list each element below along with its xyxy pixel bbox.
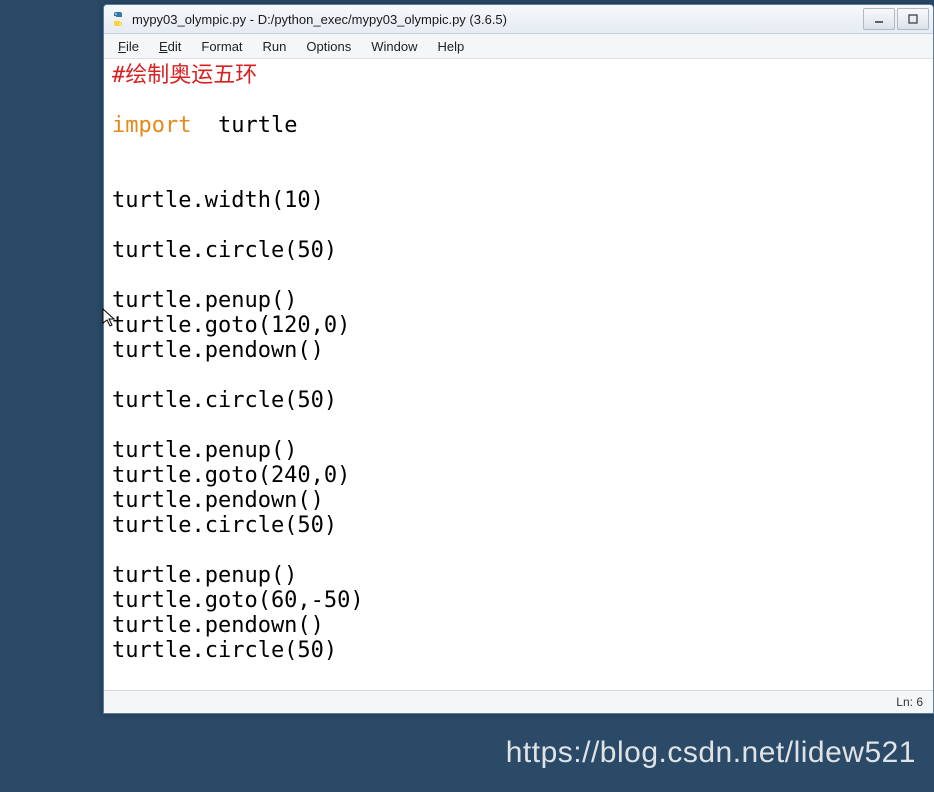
idle-window: mypy03_olympic.py - D:/python_exec/mypy0…	[103, 4, 934, 714]
code-line: turtle.goto(120,0)	[112, 313, 350, 338]
titlebar: mypy03_olympic.py - D:/python_exec/mypy0…	[104, 5, 933, 34]
menu-format-label: Format	[201, 39, 242, 54]
menu-edit-label: dit	[168, 39, 182, 54]
code-line: turtle.circle(50)	[112, 513, 337, 538]
window-title: mypy03_olympic.py - D:/python_exec/mypy0…	[132, 12, 861, 27]
code-editor[interactable]: #绘制奥运五环 import turtle turtle.width(10) t…	[104, 59, 933, 690]
code-line: turtle.penup()	[112, 438, 297, 463]
menu-file-label: ile	[126, 39, 139, 54]
code-keyword-import: import	[112, 113, 191, 138]
statusbar: Ln: 6	[104, 690, 933, 713]
code-line: turtle.penup()	[112, 563, 297, 588]
menu-edit[interactable]: Edit	[149, 37, 191, 56]
code-comment: #绘制奥运五环	[112, 63, 257, 88]
code-line: turtle.goto(240,0)	[112, 463, 350, 488]
code-line: turtle.circle(50)	[112, 388, 337, 413]
code-line: turtle.pendown()	[112, 338, 324, 363]
menu-run[interactable]: Run	[253, 37, 297, 56]
code-line: turtle	[191, 113, 297, 138]
menu-run-label: Run	[263, 39, 287, 54]
menu-window-label: Window	[371, 39, 417, 54]
code-line: turtle.pendown()	[112, 488, 324, 513]
menu-options[interactable]: Options	[296, 37, 361, 56]
code-line: turtle.circle(50)	[112, 638, 337, 663]
window-controls	[861, 8, 929, 30]
maximize-button[interactable]	[897, 8, 929, 30]
python-icon	[110, 11, 126, 27]
minimize-button[interactable]	[863, 8, 895, 30]
code-line: turtle.goto(60,-50)	[112, 588, 364, 613]
menu-help-label: Help	[437, 39, 464, 54]
menubar: File Edit Format Run Options Window Help	[104, 34, 933, 59]
menu-help[interactable]: Help	[427, 37, 474, 56]
watermark-text: https://blog.csdn.net/lidew521	[506, 736, 916, 770]
code-line: turtle.penup()	[112, 288, 297, 313]
code-line: turtle.width(10)	[112, 188, 324, 213]
code-line: turtle.circle(50)	[112, 238, 337, 263]
menu-format[interactable]: Format	[191, 37, 252, 56]
status-line-number: Ln: 6	[896, 695, 923, 709]
menu-window[interactable]: Window	[361, 37, 427, 56]
menu-options-label: Options	[306, 39, 351, 54]
code-line: turtle.pendown()	[112, 613, 324, 638]
menu-file[interactable]: File	[108, 37, 149, 56]
